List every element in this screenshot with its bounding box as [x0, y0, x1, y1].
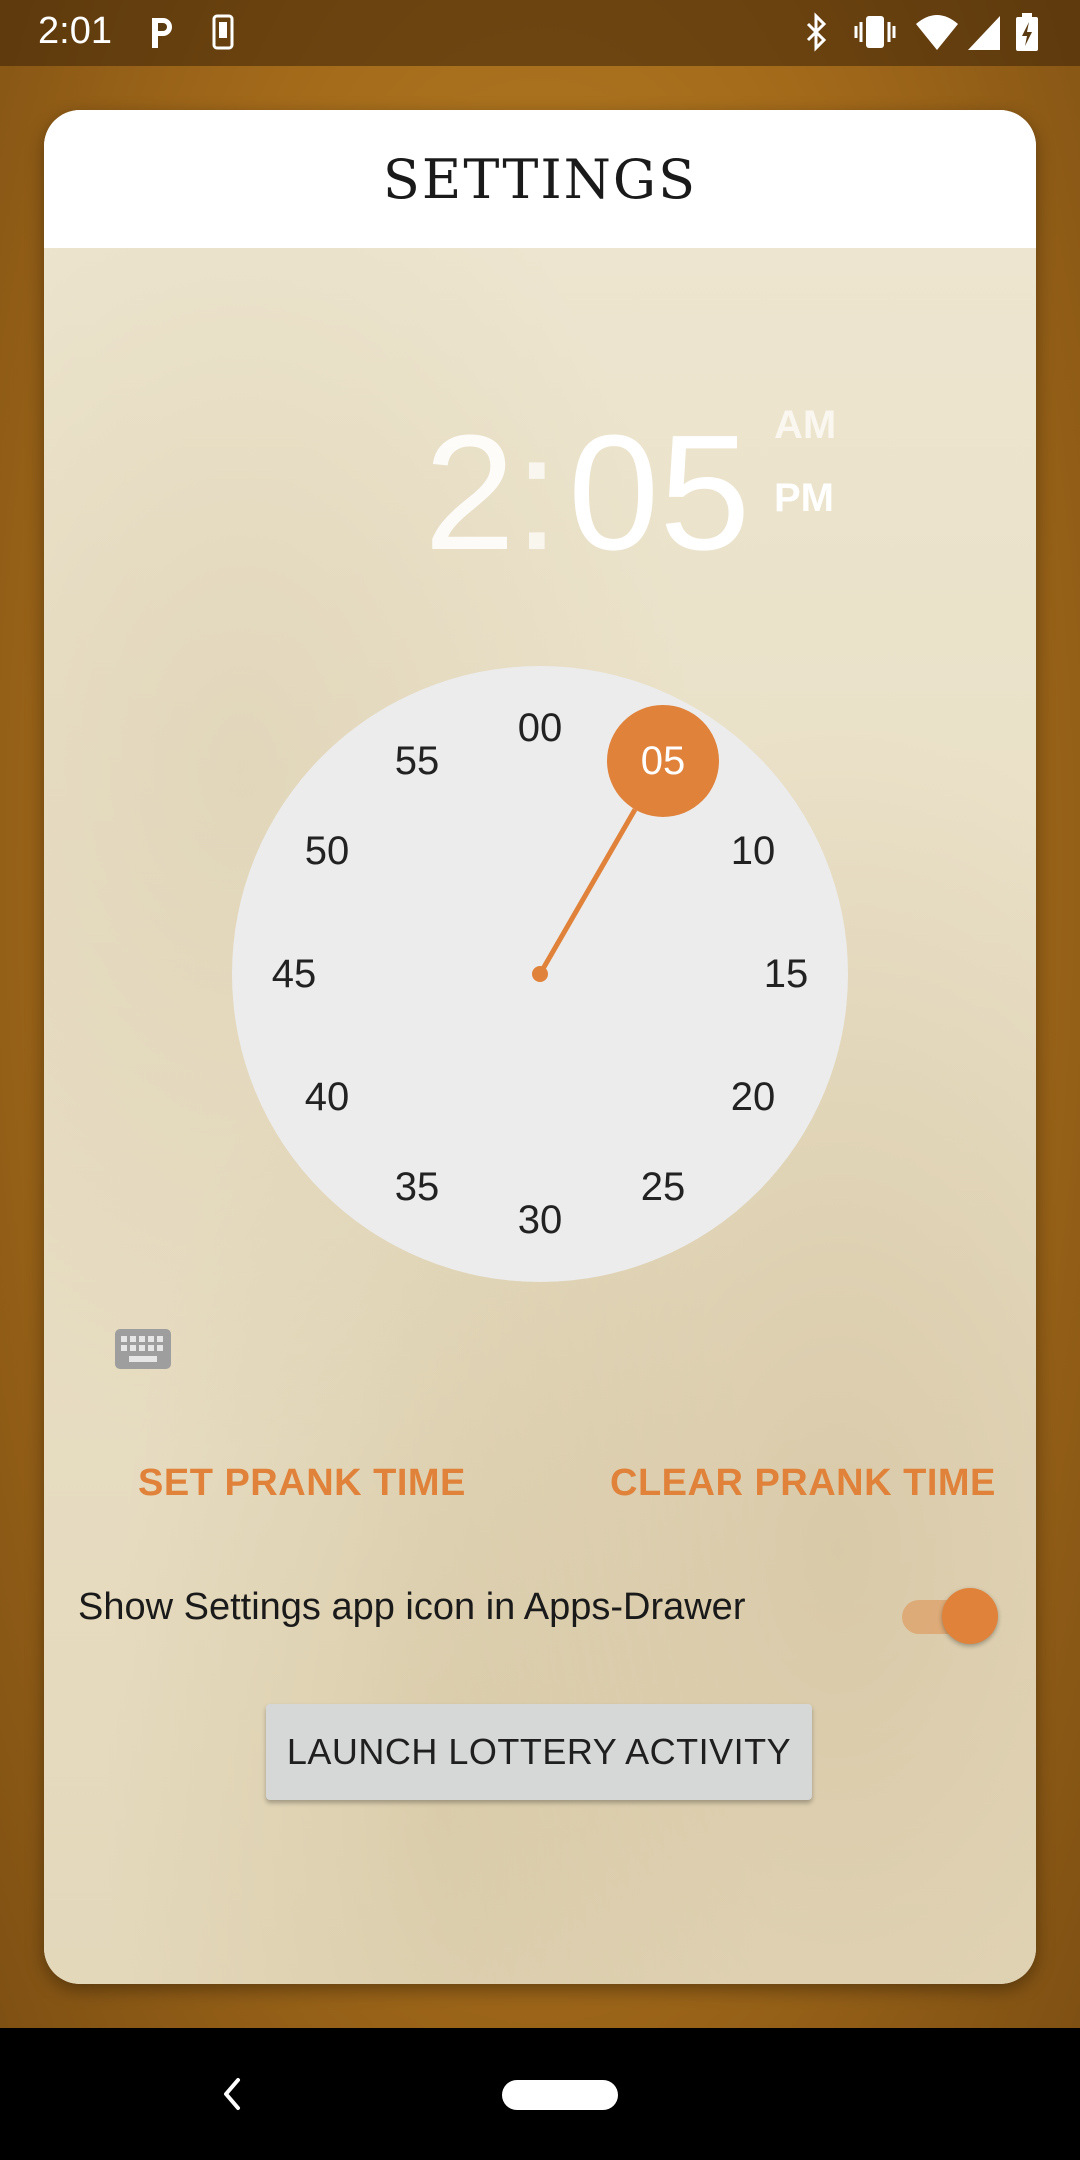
dial-number[interactable]: 35: [377, 1162, 457, 1212]
dial-number[interactable]: 05: [623, 736, 703, 786]
parking-icon: [148, 12, 178, 57]
set-prank-time-button[interactable]: SET PRANK TIME: [138, 1448, 466, 1518]
dial-center: [532, 966, 548, 982]
vibrate-icon: [852, 12, 898, 57]
settings-card: SETTINGS 2 : 05 AM PM 00 05 10 15 20 25 30 35 40…: [44, 110, 1036, 1984]
clear-prank-time-button[interactable]: CLEAR PRANK TIME: [610, 1448, 996, 1518]
dial-number[interactable]: 50: [287, 826, 367, 876]
back-icon[interactable]: [218, 2072, 246, 2121]
dial-number[interactable]: 25: [623, 1162, 703, 1212]
dial-hand: [537, 808, 638, 976]
battery-icon: [1014, 12, 1040, 57]
page-title: SETTINGS: [382, 147, 698, 211]
dial-number[interactable]: 00: [500, 703, 580, 753]
phone-sim-icon: [210, 12, 236, 57]
hour-display[interactable]: 2: [424, 411, 515, 575]
minute-dial[interactable]: 00 05 10 15 20 25 30 35 40 45 50 55: [232, 666, 848, 1282]
dial-number[interactable]: 20: [713, 1072, 793, 1122]
time-separator: :: [514, 401, 560, 584]
time-display: 2 : 05: [44, 401, 1036, 584]
dial-number[interactable]: 55: [377, 736, 457, 786]
am-option[interactable]: AM: [774, 403, 836, 448]
dial-number[interactable]: 15: [746, 949, 826, 999]
dial-number[interactable]: 30: [500, 1195, 580, 1245]
signal-icon: [966, 12, 1002, 57]
pm-option[interactable]: PM: [774, 476, 834, 521]
card-body: 2 : 05 AM PM 00 05 10 15 20 25 30 35 40 45 50 55: [44, 248, 1036, 1984]
dial-number[interactable]: 10: [713, 826, 793, 876]
minute-display[interactable]: 05: [568, 411, 750, 575]
dial-number[interactable]: 45: [254, 949, 334, 999]
show-icon-label: Show Settings app icon in Apps-Drawer: [78, 1586, 746, 1628]
card-header: SETTINGS: [44, 110, 1036, 248]
wifi-icon: [914, 12, 960, 57]
bluetooth-icon: [800, 12, 832, 57]
show-icon-switch[interactable]: [902, 1586, 998, 1646]
status-bar: 2:01: [0, 0, 1080, 66]
dial-number[interactable]: 40: [287, 1072, 367, 1122]
navigation-bar: [0, 2028, 1080, 2160]
status-time: 2:01: [38, 10, 112, 52]
launch-lottery-button[interactable]: LAUNCH LOTTERY ACTIVITY: [266, 1704, 812, 1800]
keyboard-icon[interactable]: [114, 1328, 172, 1375]
switch-thumb: [942, 1588, 998, 1644]
home-pill-icon[interactable]: [502, 2080, 618, 2110]
